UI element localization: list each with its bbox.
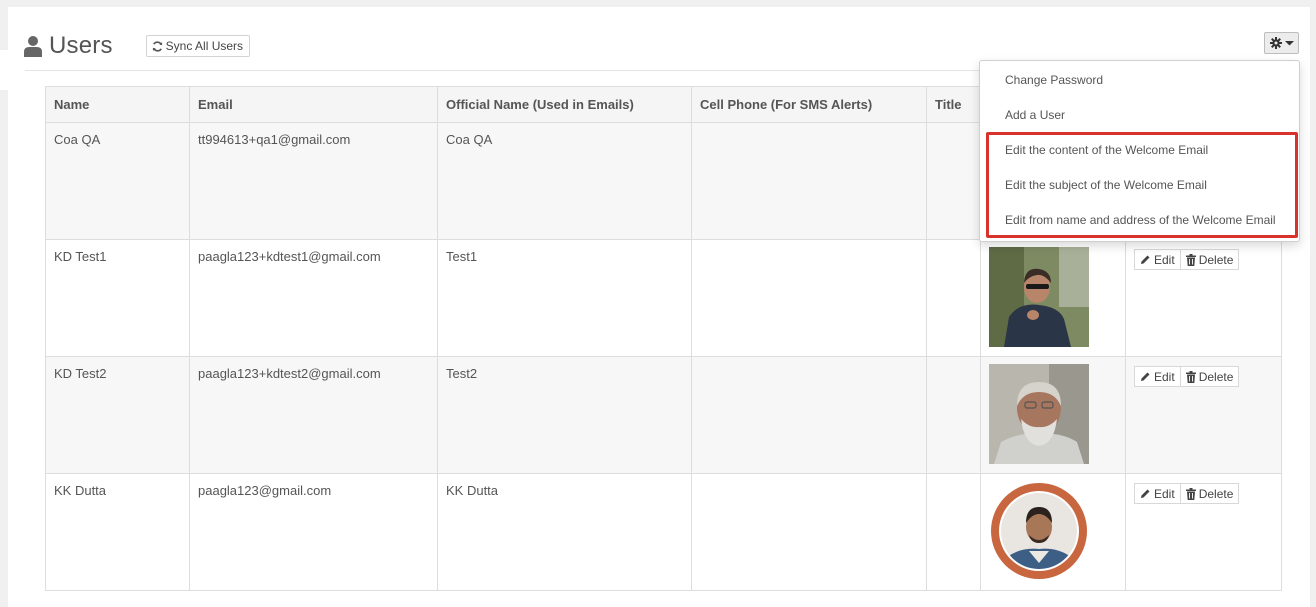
column-header-title[interactable]: Title — [926, 86, 981, 123]
column-header-email[interactable]: Email — [189, 86, 438, 123]
edit-label: Edit — [1154, 486, 1175, 501]
trash-icon — [1185, 487, 1196, 500]
column-header-name[interactable]: Name — [45, 86, 190, 123]
cell-official-name: Coa QA — [437, 122, 692, 240]
pencil-icon — [1141, 255, 1150, 264]
cell-phone — [691, 239, 927, 357]
menu-item-change-password[interactable]: Change Password — [980, 63, 1299, 98]
left-edge — [0, 90, 8, 590]
cell-title — [926, 473, 981, 591]
cell-email: tt994613+qa1@gmail.com — [189, 122, 438, 240]
edit-button[interactable]: Edit — [1134, 249, 1181, 270]
cell-name: KD Test2 — [45, 356, 190, 474]
delete-label: Delete — [1198, 486, 1234, 501]
cell-photo — [980, 239, 1126, 357]
cell-photo — [980, 473, 1126, 591]
settings-dropdown-menu: Change Password Add a User Edit the cont… — [979, 60, 1300, 242]
cell-name: KD Test1 — [45, 239, 190, 357]
edit-label: Edit — [1154, 369, 1175, 384]
cell-phone — [691, 122, 927, 240]
user-icon — [24, 36, 42, 57]
cell-email: paagla123@gmail.com — [189, 473, 438, 591]
menu-item-edit-welcome-from[interactable]: Edit from name and address of the Welcom… — [980, 203, 1299, 238]
settings-dropdown-button[interactable] — [1264, 32, 1299, 54]
left-strip — [0, 50, 25, 91]
edit-button[interactable]: Edit — [1134, 483, 1181, 504]
pencil-icon — [1141, 372, 1150, 381]
user-photo[interactable] — [989, 364, 1089, 464]
menu-item-add-user[interactable]: Add a User — [980, 98, 1299, 133]
caret-down-icon — [1284, 41, 1294, 46]
menu-item-edit-welcome-content[interactable]: Edit the content of the Welcome Email — [980, 133, 1299, 168]
trash-icon — [1185, 253, 1196, 266]
page-title: Users — [49, 32, 113, 59]
table-row: KK Dutta paagla123@gmail.com KK Dutta Ed… — [45, 473, 1282, 591]
edit-label: Edit — [1154, 252, 1175, 267]
cell-actions: Edit Delete — [1125, 356, 1282, 474]
delete-button[interactable]: Delete — [1180, 249, 1240, 270]
cell-actions: Edit Delete — [1125, 239, 1282, 357]
cell-title — [926, 122, 981, 240]
sync-button-label: Sync All Users — [165, 39, 244, 53]
column-header-official-name[interactable]: Official Name (Used in Emails) — [437, 86, 692, 123]
cell-phone — [691, 473, 927, 591]
table-row: KD Test1 paagla123+kdtest1@gmail.com Tes… — [45, 239, 1282, 357]
page-header: Users Sync All Users — [24, 30, 251, 62]
cell-email: paagla123+kdtest1@gmail.com — [189, 239, 438, 357]
cell-name: Coa QA — [45, 122, 190, 240]
delete-button[interactable]: Delete — [1180, 483, 1240, 504]
cell-actions: Edit Delete — [1125, 473, 1282, 591]
cell-title — [926, 356, 981, 474]
user-photo[interactable] — [989, 247, 1089, 347]
table-row: KD Test2 paagla123+kdtest2@gmail.com Tes… — [45, 356, 1282, 474]
gear-icon — [1269, 37, 1282, 49]
pencil-icon — [1141, 489, 1150, 498]
cell-official-name: Test1 — [437, 239, 692, 357]
refresh-icon — [152, 40, 162, 52]
user-photo[interactable] — [989, 481, 1089, 581]
cell-photo — [980, 356, 1126, 474]
edit-button[interactable]: Edit — [1134, 366, 1181, 387]
cell-official-name: KK Dutta — [437, 473, 692, 591]
delete-button[interactable]: Delete — [1180, 366, 1240, 387]
sync-all-users-button[interactable]: Sync All Users — [145, 35, 251, 57]
trash-icon — [1185, 370, 1196, 383]
delete-label: Delete — [1198, 369, 1234, 384]
cell-title — [926, 239, 981, 357]
cell-email: paagla123+kdtest2@gmail.com — [189, 356, 438, 474]
cell-official-name: Test2 — [437, 356, 692, 474]
menu-item-edit-welcome-subject[interactable]: Edit the subject of the Welcome Email — [980, 168, 1299, 203]
column-header-cell-phone[interactable]: Cell Phone (For SMS Alerts) — [691, 86, 927, 123]
cell-name: KK Dutta — [45, 473, 190, 591]
cell-phone — [691, 356, 927, 474]
delete-label: Delete — [1198, 252, 1234, 267]
